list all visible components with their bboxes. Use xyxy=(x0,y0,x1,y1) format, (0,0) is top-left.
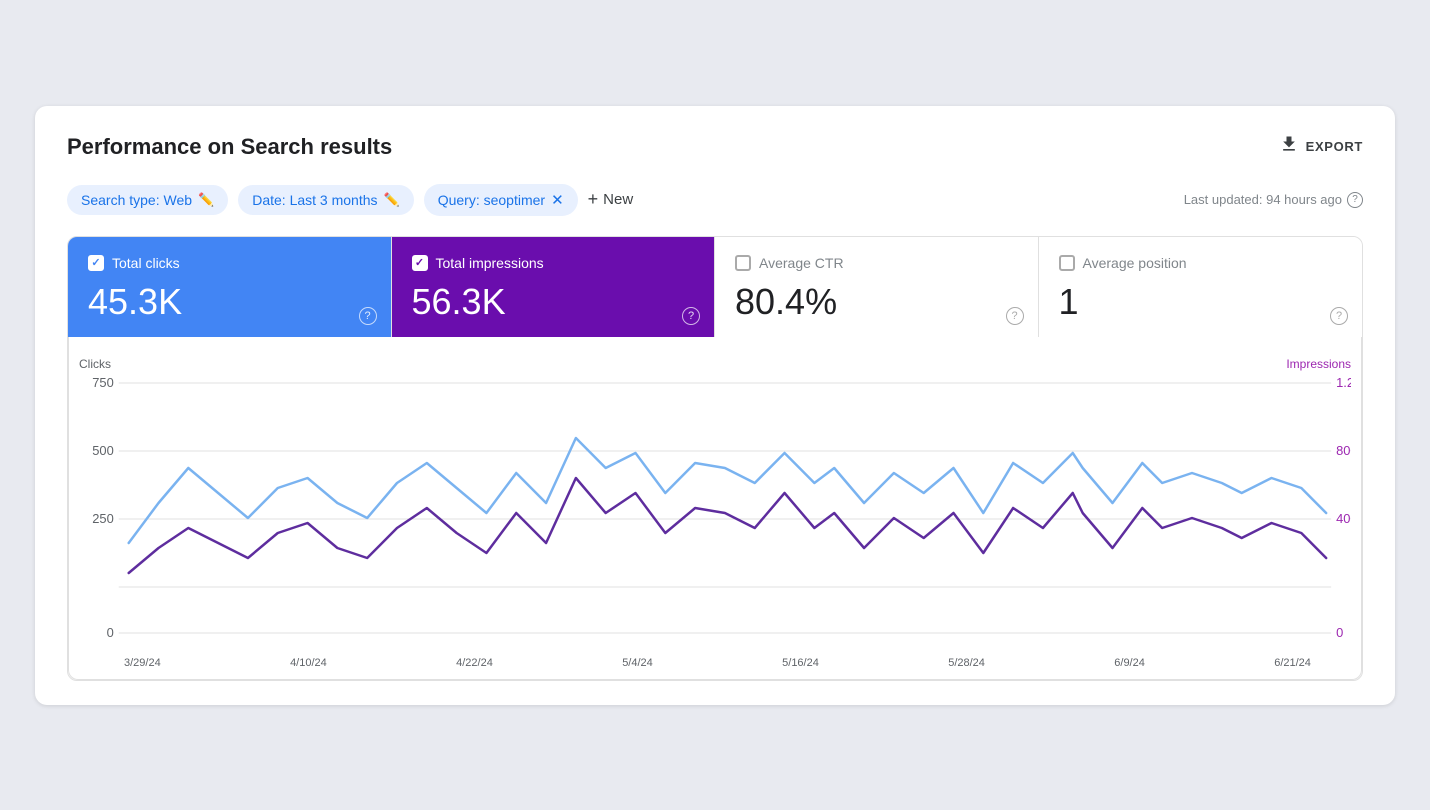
impressions-value: 56.3K xyxy=(412,281,695,323)
position-header: Average position xyxy=(1059,255,1343,271)
date-filter[interactable]: Date: Last 3 months ✏️ xyxy=(238,185,413,215)
close-icon: ✕ xyxy=(551,191,564,209)
x-label-4: 5/4/24 xyxy=(622,657,653,669)
impressions-header: Total impressions xyxy=(412,255,695,271)
metric-position: Average position 1 ? xyxy=(1039,237,1363,337)
svg-text:750: 750 xyxy=(92,374,114,389)
x-label-6: 5/28/24 xyxy=(948,657,985,669)
last-updated: Last updated: 94 hours ago ? xyxy=(1184,192,1363,208)
svg-text:250: 250 xyxy=(92,510,114,525)
x-label-1: 3/29/24 xyxy=(124,657,161,669)
edit-icon: ✏️ xyxy=(198,192,214,208)
impressions-help[interactable]: ? xyxy=(682,307,700,325)
ctr-header: Average CTR xyxy=(735,255,1018,271)
query-filter[interactable]: Query: seoptimer ✕ xyxy=(424,184,578,216)
x-label-8: 6/21/24 xyxy=(1274,657,1311,669)
x-axis-labels: 3/29/24 4/10/24 4/22/24 5/4/24 5/16/24 5… xyxy=(79,653,1351,669)
svg-text:1.2K: 1.2K xyxy=(1336,374,1351,389)
metric-clicks: Total clicks 45.3K ? xyxy=(68,237,392,337)
x-label-5: 5/16/24 xyxy=(782,657,819,669)
clicks-help[interactable]: ? xyxy=(359,307,377,325)
svg-text:800: 800 xyxy=(1336,442,1351,457)
position-value: 1 xyxy=(1059,281,1343,323)
clicks-value: 45.3K xyxy=(88,281,371,323)
chart-left-label: Clicks xyxy=(79,357,111,371)
export-icon xyxy=(1279,134,1299,159)
ctr-help[interactable]: ? xyxy=(1006,307,1024,325)
chart-right-label: Impressions xyxy=(1286,357,1351,371)
main-card: Performance on Search results EXPORT Sea… xyxy=(35,106,1395,705)
search-type-filter[interactable]: Search type: Web ✏️ xyxy=(67,185,228,215)
metrics-row: Total clicks 45.3K ? Total impressions 5… xyxy=(68,237,1362,337)
clicks-label: Total clicks xyxy=(112,255,180,271)
position-checkbox[interactable] xyxy=(1059,255,1075,271)
svg-text:0: 0 xyxy=(1336,624,1343,639)
add-filter-button[interactable]: + New xyxy=(588,189,634,210)
impressions-label: Total impressions xyxy=(436,255,544,271)
ctr-label: Average CTR xyxy=(759,255,844,271)
edit-icon: ✏️ xyxy=(384,192,400,208)
chart-container: Clicks Impressions 750 500 250 0 xyxy=(68,337,1362,680)
plus-icon: + xyxy=(588,189,599,210)
filters-row: Search type: Web ✏️ Date: Last 3 months … xyxy=(67,184,1363,216)
metric-impressions: Total impressions 56.3K ? xyxy=(392,237,716,337)
ctr-value: 80.4% xyxy=(735,281,1018,323)
impressions-checkbox[interactable] xyxy=(412,255,428,271)
clicks-checkbox[interactable] xyxy=(88,255,104,271)
metrics-chart-wrapper: Total clicks 45.3K ? Total impressions 5… xyxy=(67,236,1363,681)
svg-text:500: 500 xyxy=(92,442,114,457)
x-label-7: 6/9/24 xyxy=(1114,657,1145,669)
export-button[interactable]: EXPORT xyxy=(1279,134,1363,159)
x-label-2: 4/10/24 xyxy=(290,657,327,669)
clicks-header: Total clicks xyxy=(88,255,371,271)
position-label: Average position xyxy=(1083,255,1187,271)
help-icon[interactable]: ? xyxy=(1347,192,1363,208)
metric-ctr: Average CTR 80.4% ? xyxy=(715,237,1039,337)
x-label-3: 4/22/24 xyxy=(456,657,493,669)
header: Performance on Search results EXPORT xyxy=(67,134,1363,160)
chart-svg: 750 500 250 0 1.2K 800 400 0 xyxy=(79,373,1351,653)
svg-text:0: 0 xyxy=(107,624,114,639)
svg-text:400: 400 xyxy=(1336,510,1351,525)
position-help[interactable]: ? xyxy=(1330,307,1348,325)
page-title: Performance on Search results xyxy=(67,134,392,160)
ctr-checkbox[interactable] xyxy=(735,255,751,271)
chart-area: 750 500 250 0 1.2K 800 400 0 xyxy=(79,373,1351,653)
